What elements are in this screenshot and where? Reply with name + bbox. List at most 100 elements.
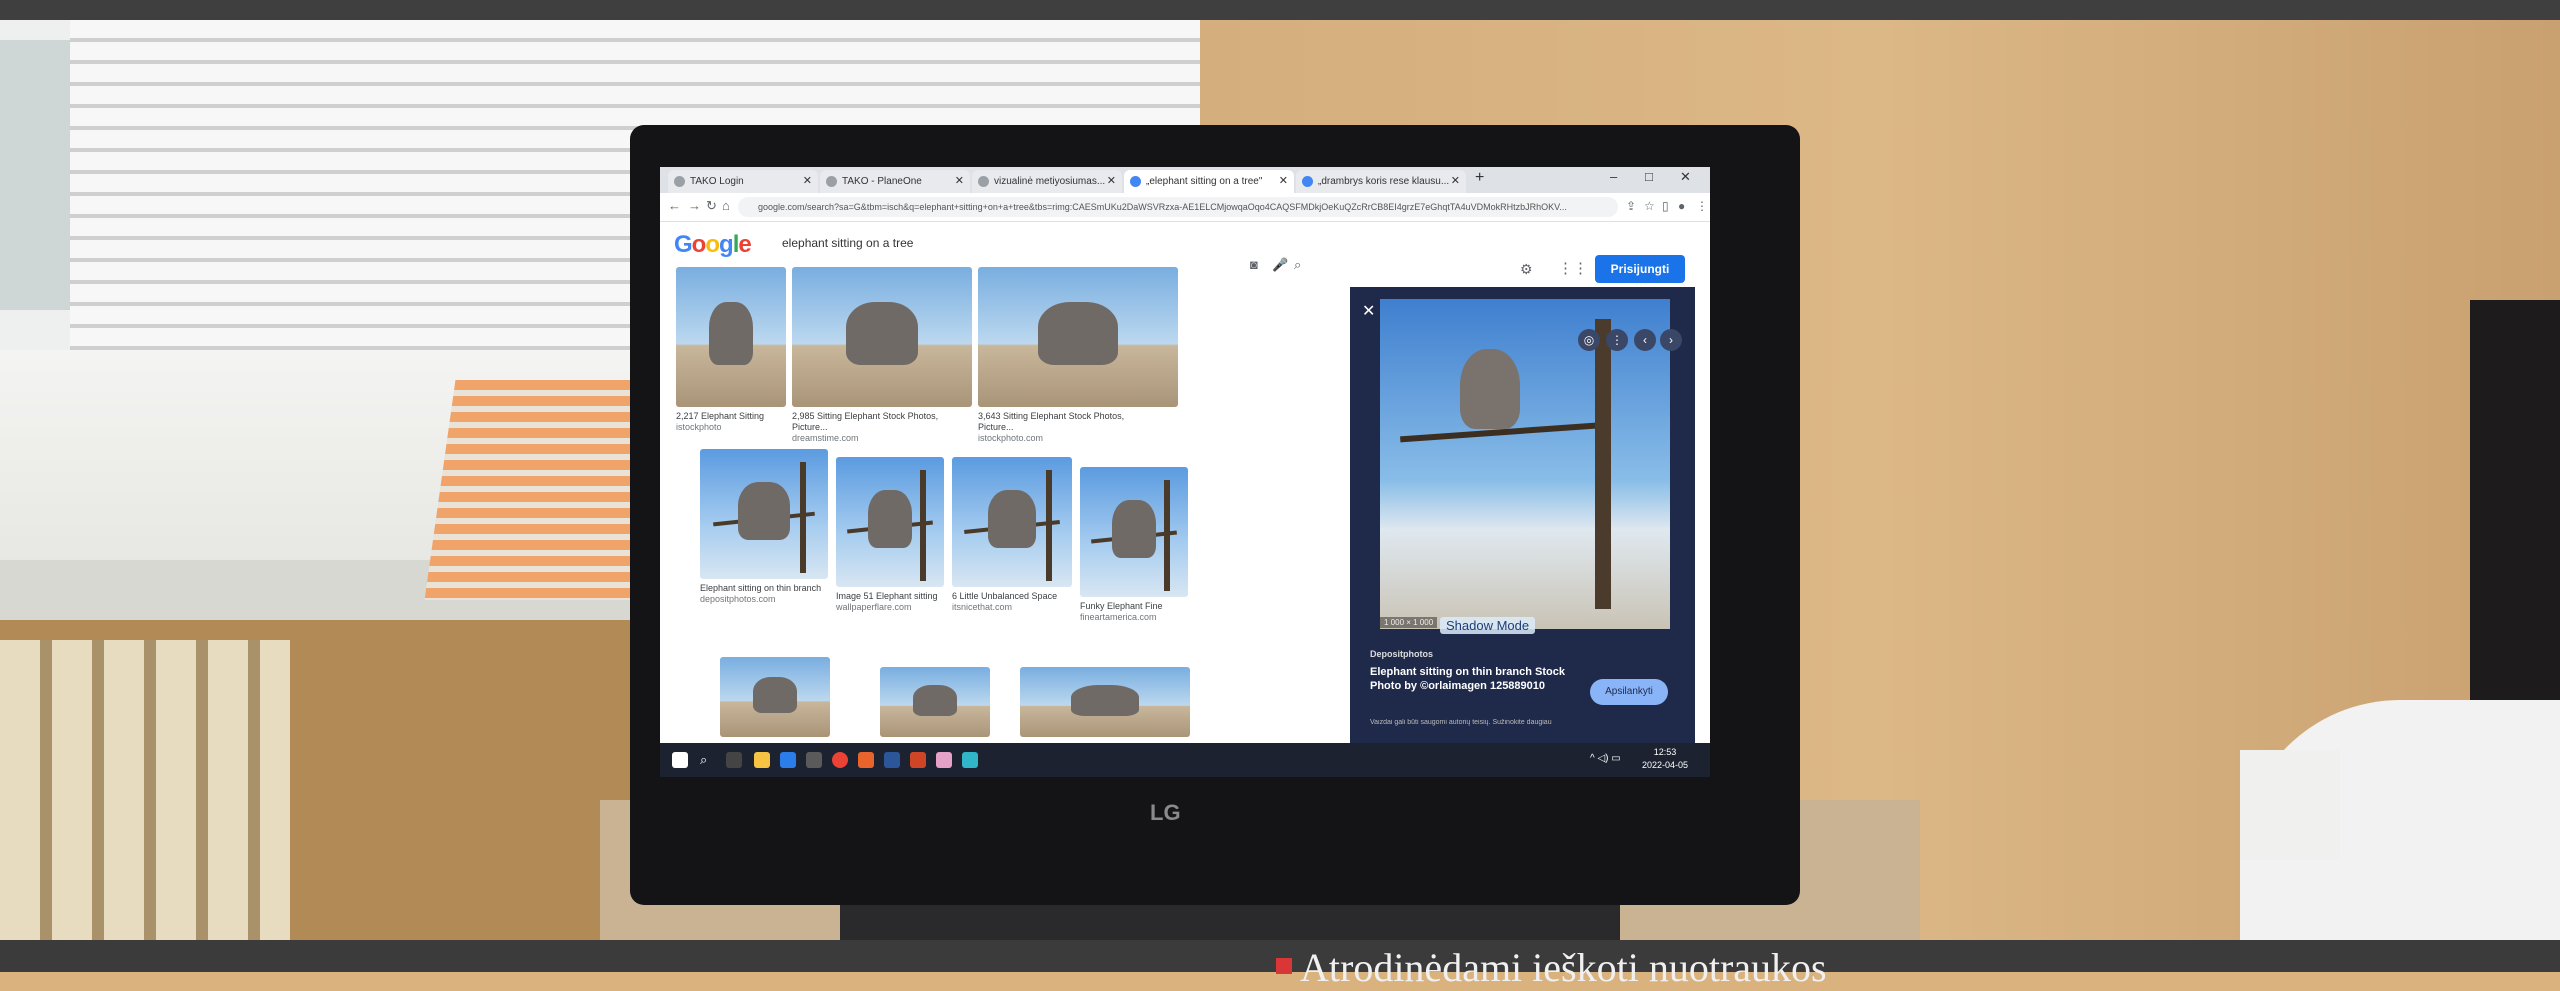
result-caption[interactable]: Funky Elephant Fine fineartamerica.com — [1080, 601, 1188, 623]
apps-grid-icon[interactable]: ⋮⋮ — [1558, 259, 1588, 277]
previous-arrow-icon[interactable]: ‹ — [1634, 329, 1656, 351]
result-caption[interactable]: 6 Little Unbalanced Space itsnicethat.co… — [952, 591, 1072, 613]
close-icon[interactable]: ✕ — [803, 170, 812, 193]
preview-source[interactable]: Depositphotos — [1370, 649, 1433, 659]
result-thumbnail[interactable] — [836, 457, 944, 587]
monitor: LG TAKO Login ✕ TAKO - PlaneOne ✕ vizual… — [630, 125, 1800, 905]
back-arrow-icon[interactable]: ← — [668, 198, 681, 213]
google-logo[interactable]: Google — [674, 231, 752, 259]
result-caption[interactable]: 2,985 Sitting Elephant Stock Photos, Pic… — [792, 411, 972, 444]
result-thumbnail[interactable] — [720, 657, 830, 737]
result-thumbnail[interactable] — [676, 267, 786, 407]
next-arrow-icon[interactable]: › — [1660, 329, 1682, 351]
elephant-shape — [1112, 499, 1156, 558]
result-thumbnail[interactable] — [792, 267, 972, 407]
powerpoint-icon[interactable] — [910, 752, 926, 768]
minimize-button[interactable]: – — [1610, 169, 1617, 184]
google-favicon-icon — [1130, 176, 1141, 187]
windows-taskbar: ⌕ ^ ◁) ▭ 12:53 2022-04-05 — [660, 743, 1710, 777]
address-bar: ← → ↻ ⌂ google.com/search?sa=G&tbm=isch&… — [660, 193, 1710, 222]
visit-button[interactable]: Apsilankyti — [1590, 679, 1668, 705]
task-view-icon[interactable] — [726, 752, 742, 768]
more-options-icon[interactable]: ⋮ — [1606, 329, 1628, 351]
menu-kebab-icon[interactable]: ⋮ — [1696, 199, 1708, 213]
microphone-icon[interactable]: 🎤 — [1272, 257, 1288, 273]
result-thumbnail[interactable] — [700, 449, 828, 579]
preview-image[interactable]: ◎ ⋮ ‹ › — [1380, 299, 1682, 629]
elephant-shape — [738, 481, 790, 540]
image-preview-panel: ✕ ◎ ⋮ ‹ › 1 000 × 1 000 Shadow Mode Depo… — [1350, 287, 1695, 777]
share-icon[interactable]: ⇪ — [1626, 199, 1636, 213]
camera-search-icon[interactable]: ◙ — [1250, 257, 1258, 272]
slide-caption: Atrodinėdami ieškoti nuotraukos — [1300, 945, 1827, 990]
tab-bar: TAKO Login ✕ TAKO - PlaneOne ✕ vizualinė… — [660, 167, 1710, 193]
tab-favicon-icon — [978, 176, 989, 187]
result-caption[interactable]: 3,643 Sitting Elephant Stock Photos, Pic… — [978, 411, 1158, 444]
tab-2[interactable]: vizualinė metiyosiumas... ✕ — [972, 170, 1122, 193]
screen: TAKO Login ✕ TAKO - PlaneOne ✕ vizualinė… — [660, 167, 1710, 777]
result-thumbnail[interactable] — [1080, 467, 1188, 597]
result-thumbnail[interactable] — [978, 267, 1178, 407]
result-thumbnail[interactable] — [952, 457, 1072, 587]
chrome-icon[interactable] — [832, 752, 848, 768]
radiator — [0, 640, 290, 960]
copyright-note: Vaizdai gali būti saugomi autorių teisių… — [1370, 719, 1552, 726]
close-icon[interactable]: ✕ — [1107, 170, 1116, 193]
file-explorer-icon[interactable] — [754, 752, 770, 768]
result-thumbnail[interactable] — [880, 667, 990, 737]
bookmark-star-icon[interactable]: ☆ — [1644, 199, 1655, 213]
firefox-icon[interactable] — [858, 752, 874, 768]
wall-switch — [2240, 750, 2340, 860]
close-icon[interactable]: ✕ — [1451, 170, 1460, 193]
url-input[interactable]: google.com/search?sa=G&tbm=isch&q=elepha… — [738, 197, 1618, 217]
elephant-shape — [868, 489, 912, 548]
sidebar-icon[interactable]: ▯ — [1662, 199, 1669, 213]
result-caption[interactable]: 2,217 Elephant Sitting istockphoto — [676, 411, 786, 433]
app-icon[interactable] — [962, 752, 978, 768]
tab-1[interactable]: TAKO - PlaneOne ✕ — [820, 170, 970, 193]
tab-label: „drambrys koris rese klausu... — [1318, 176, 1450, 187]
tab-favicon-icon — [826, 176, 837, 187]
elephant-shape — [913, 684, 957, 716]
forward-arrow-icon[interactable]: → — [688, 198, 701, 213]
result-caption[interactable]: Elephant sitting on thin branch depositp… — [700, 583, 828, 605]
close-icon[interactable]: ✕ — [1362, 301, 1375, 321]
shadow-mode-label: Shadow Mode — [1440, 617, 1536, 634]
home-icon[interactable]: ⌂ — [722, 198, 730, 213]
maximize-button[interactable]: □ — [1645, 169, 1653, 184]
dark-doorframe — [2470, 300, 2560, 700]
search-input[interactable]: elephant sitting on a tree — [770, 229, 1282, 257]
elephant-shape — [1460, 349, 1520, 429]
search-icon[interactable]: ⌕ — [1294, 257, 1301, 273]
close-window-button[interactable]: ✕ — [1680, 169, 1691, 185]
system-tray-icons[interactable]: ^ ◁) ▭ — [1590, 753, 1621, 764]
tab-4[interactable]: „drambrys koris rese klausu... ✕ — [1296, 170, 1466, 193]
result-caption[interactable]: Image 51 Elephant sitting wallpaperflare… — [836, 591, 944, 613]
close-icon[interactable]: ✕ — [1279, 170, 1288, 193]
tab-label: vizualinė metiyosiumas... — [994, 176, 1106, 187]
app-icon[interactable] — [806, 752, 822, 768]
start-windows-icon[interactable] — [672, 752, 688, 768]
taskbar-clock[interactable]: 12:53 2022-04-05 — [1635, 746, 1695, 772]
tab-label: „elephant sitting on a tree" — [1146, 176, 1263, 187]
tab-favicon-icon — [674, 176, 685, 187]
tree-shape — [920, 470, 927, 581]
elephant-shape — [988, 489, 1036, 548]
tab-0[interactable]: TAKO Login ✕ — [668, 170, 818, 193]
paint-icon[interactable] — [936, 752, 952, 768]
login-button[interactable]: Prisijungti — [1595, 255, 1685, 283]
reload-icon[interactable]: ↻ — [706, 198, 717, 214]
word-icon[interactable] — [884, 752, 900, 768]
preview-title[interactable]: Elephant sitting on thin branch Stock Ph… — [1370, 665, 1570, 693]
tree-shape — [799, 462, 806, 573]
settings-gear-icon[interactable]: ⚙ — [1520, 261, 1533, 278]
result-thumbnail[interactable] — [1020, 667, 1190, 737]
edge-icon[interactable] — [780, 752, 796, 768]
new-tab-button[interactable]: + — [1475, 169, 1484, 187]
search-icon[interactable]: ⌕ — [700, 752, 716, 768]
elephant-shape — [753, 677, 797, 713]
profile-icon[interactable]: ● — [1678, 199, 1685, 213]
close-icon[interactable]: ✕ — [955, 170, 964, 193]
tab-3-active[interactable]: „elephant sitting on a tree" ✕ — [1124, 170, 1294, 193]
lens-icon[interactable]: ◎ — [1578, 329, 1600, 351]
